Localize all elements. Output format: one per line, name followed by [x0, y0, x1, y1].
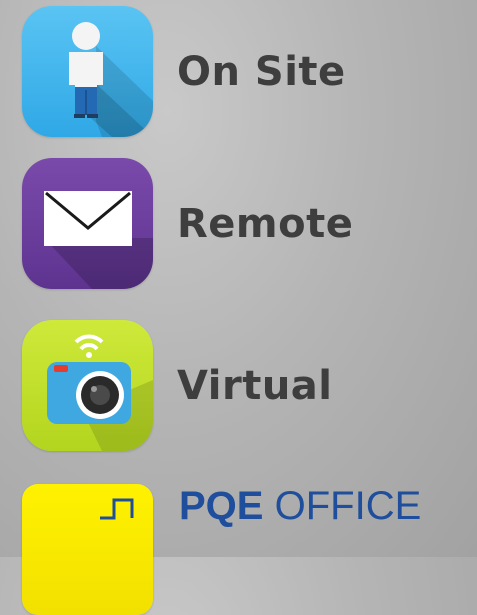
- pqe-brand: PQE: [179, 484, 264, 528]
- remote-label: Remote: [177, 200, 354, 247]
- menu-item-remote[interactable]: Remote: [22, 158, 353, 289]
- envelope-icon: [22, 158, 153, 289]
- menu-item-pqe-office[interactable]: PQE OFFICE: [22, 484, 421, 615]
- person-icon: [22, 6, 153, 137]
- virtual-label: Virtual: [177, 362, 333, 409]
- camera-icon: [22, 320, 153, 451]
- signal-icon: [22, 484, 153, 615]
- menu-item-on-site[interactable]: On Site: [22, 6, 346, 137]
- pqe-office-label: PQE OFFICE: [179, 484, 421, 529]
- page: { "menu": { "items": [ { "label": "On Si…: [0, 0, 477, 615]
- office-suffix: OFFICE: [274, 484, 422, 528]
- on-site-label: On Site: [177, 48, 346, 95]
- menu-item-virtual[interactable]: Virtual: [22, 320, 333, 451]
